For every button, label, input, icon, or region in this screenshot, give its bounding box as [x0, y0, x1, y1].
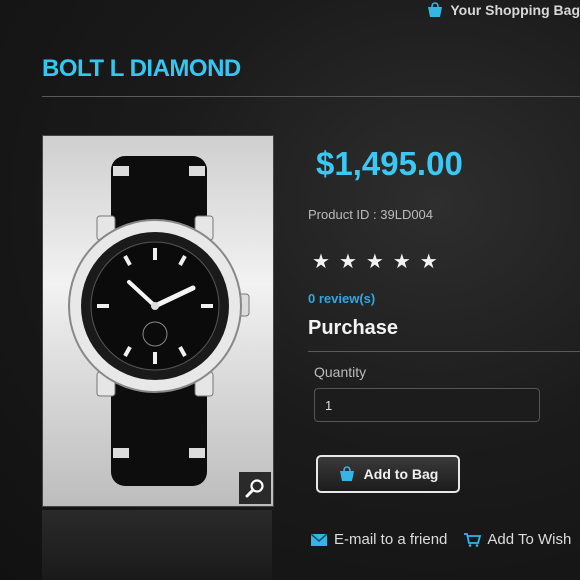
add-to-bag-label: Add to Bag	[363, 466, 439, 482]
email-friend-link[interactable]: E-mail to a friend	[310, 531, 447, 548]
star-icon: ★	[419, 251, 438, 273]
action-links: E-mail to a friend Add To Wish	[310, 531, 571, 548]
product-price: $1,495.00	[316, 145, 463, 182]
add-to-wishlist-link[interactable]: Add To Wish	[463, 531, 571, 548]
product-title: BOLT L DIAMOND	[42, 55, 241, 82]
shopping-bag-icon	[339, 466, 354, 481]
shopping-bag-label: Your Shopping Bag	[450, 2, 580, 18]
magnifier-icon	[245, 479, 264, 498]
shopping-bag-link[interactable]: Your Shopping Bag	[426, 2, 580, 18]
cart-icon	[464, 532, 482, 547]
star-icon: ★	[338, 251, 357, 273]
envelope-icon	[310, 532, 328, 546]
quantity-input[interactable]	[314, 388, 540, 422]
reviews-link[interactable]: 0 review(s)	[308, 291, 375, 306]
wishlist-label: Add To Wish	[487, 531, 572, 548]
watch-image	[68, 156, 250, 486]
product-id: Product ID : 39LD004	[308, 207, 434, 222]
shopping-bag-icon	[428, 2, 443, 17]
email-friend-label: E-mail to a friend	[334, 531, 448, 548]
quantity-label: Quantity	[314, 364, 367, 380]
zoom-button[interactable]	[239, 472, 271, 504]
purchase-divider	[308, 351, 580, 352]
title-divider	[42, 96, 580, 97]
purchase-heading: Purchase	[308, 317, 399, 339]
add-to-bag-button[interactable]: Add to Bag	[316, 455, 460, 493]
thumbnail-strip	[42, 510, 272, 580]
star-icon: ★	[392, 251, 411, 273]
star-icon: ★	[312, 251, 330, 273]
star-icon: ★	[365, 251, 384, 273]
star-rating[interactable]: ★ ★ ★ ★ ★	[312, 252, 438, 272]
product-image[interactable]	[42, 135, 274, 507]
